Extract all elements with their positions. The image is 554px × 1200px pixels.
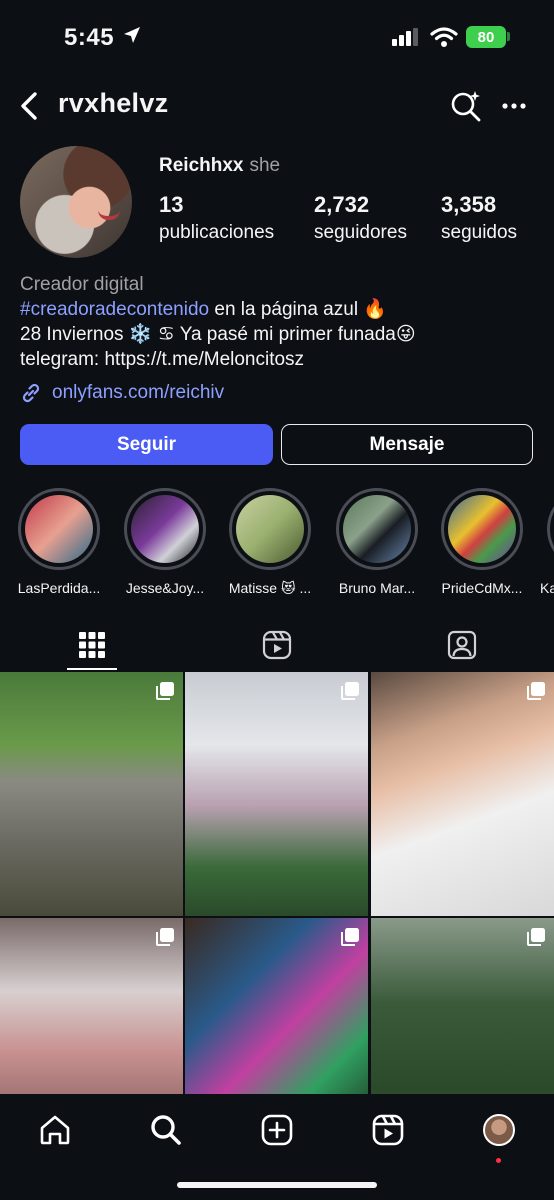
bio-hashtag-link[interactable]: #creadoradecontenido: [20, 299, 209, 320]
profile-avatar-small: [483, 1114, 515, 1146]
highlight-item[interactable]: Jesse&Joy...: [115, 488, 215, 596]
profile-avatar[interactable]: [20, 146, 132, 258]
search-sparkle-icon: [451, 91, 481, 122]
story-highlights: LasPerdida... Jesse&Joy... Matisse 😻 ...…: [0, 488, 554, 598]
profile-external-link[interactable]: onlyfans.com/reichiv: [20, 382, 224, 404]
highlight-item[interactable]: LasPerdida...: [9, 488, 109, 596]
tab-reels[interactable]: [185, 620, 369, 670]
pronouns: she: [249, 155, 281, 176]
tagged-icon: [447, 630, 477, 660]
highlight-label: Jesse&Joy...: [125, 580, 205, 596]
stat-following[interactable]: 3,358 seguidos: [441, 192, 517, 244]
highlight-item[interactable]: Ka: [538, 488, 554, 596]
profile-bio: Creador digital #creadoradecontenido en …: [20, 272, 540, 372]
highlight-label: Matisse 😻 ...: [228, 580, 312, 596]
highlight-label: LasPerdida...: [17, 580, 101, 596]
bio-line-1-text: en la página azul 🔥: [209, 299, 387, 320]
bio-line-1: #creadoradecontenido en la página azul 🔥: [20, 297, 540, 322]
stat-followers[interactable]: 2,732 seguidores: [314, 192, 407, 244]
message-button[interactable]: Mensaje: [281, 424, 533, 465]
post-thumbnail[interactable]: [371, 672, 554, 916]
chevron-left-icon: [21, 92, 37, 120]
battery-cap: [507, 32, 510, 41]
profile-username: rvxhelvz: [58, 88, 169, 118]
tab-posts-grid[interactable]: [0, 620, 184, 670]
stat-posts[interactable]: 13 publicaciones: [159, 192, 274, 244]
active-tab-indicator: [67, 668, 117, 670]
display-name: Reichhxx: [159, 155, 244, 176]
stat-followers-label: seguidores: [314, 222, 407, 243]
highlight-label: Ka: [540, 580, 554, 596]
home-indicator: [177, 1182, 377, 1188]
multiple-photos-icon: [527, 928, 545, 946]
highlight-label: PrideCdMx...: [441, 580, 523, 596]
highlight-item[interactable]: Matisse 😻 ...: [220, 488, 320, 597]
nav-profile[interactable]: [477, 1108, 521, 1152]
display-name-row: Reichhxx she: [159, 155, 280, 177]
back-button[interactable]: [12, 86, 46, 126]
multiple-photos-icon: [341, 928, 359, 946]
stat-following-value: 3,358: [441, 192, 497, 217]
more-horizontal-icon: [502, 103, 526, 109]
multiple-photos-icon: [341, 682, 359, 700]
profile-link-text: onlyfans.com/reichiv: [52, 382, 225, 403]
bio-line-3: telegram: https://t.me/Meloncitosz: [20, 349, 305, 370]
cellular-signal-icon: [392, 28, 422, 51]
stat-posts-value: 13: [159, 192, 184, 217]
multiple-photos-icon: [156, 682, 174, 700]
highlight-item[interactable]: PrideCdMx...: [432, 488, 532, 596]
multiple-photos-icon: [527, 682, 545, 700]
tab-tagged[interactable]: [370, 620, 554, 670]
search-sparkle-button[interactable]: [446, 86, 486, 126]
search-icon: [151, 1115, 181, 1145]
profile-category: Creador digital: [20, 274, 144, 295]
notification-dot: [496, 1158, 501, 1163]
add-post-icon: [261, 1114, 293, 1146]
home-icon: [40, 1115, 70, 1145]
highlight-label: Bruno Mar...: [338, 580, 416, 596]
highlight-item[interactable]: Bruno Mar...: [327, 488, 427, 596]
nav-create[interactable]: [255, 1108, 299, 1152]
location-arrow-icon: [122, 25, 142, 50]
profile-header: rvxhelvz: [0, 80, 554, 132]
reels-icon: [262, 630, 292, 660]
post-thumbnail[interactable]: [185, 672, 368, 916]
bio-line-2: 28 Inviernos ❄️ ♋ Ya pasé mi primer funa…: [20, 324, 416, 345]
stat-followers-value: 2,732: [314, 192, 370, 217]
post-thumbnail[interactable]: [0, 672, 183, 916]
follow-button[interactable]: Seguir: [20, 424, 273, 465]
status-time: 5:45: [64, 24, 115, 51]
stat-posts-label: publicaciones: [159, 222, 275, 243]
status-bar: 5:45 80: [0, 0, 554, 78]
wifi-icon: [430, 26, 458, 53]
grid-icon: [79, 632, 105, 658]
profile-tabs: [0, 620, 554, 672]
link-icon: [22, 383, 40, 403]
battery-indicator: 80: [466, 26, 506, 48]
nav-home[interactable]: [33, 1108, 77, 1152]
stat-following-label: seguidos: [441, 222, 518, 243]
multiple-photos-icon: [156, 928, 174, 946]
nav-reels[interactable]: [366, 1108, 410, 1152]
nav-search[interactable]: [144, 1108, 188, 1152]
reels-icon: [372, 1114, 404, 1146]
bottom-navigation: [0, 1094, 554, 1200]
more-options-button[interactable]: [494, 86, 534, 126]
